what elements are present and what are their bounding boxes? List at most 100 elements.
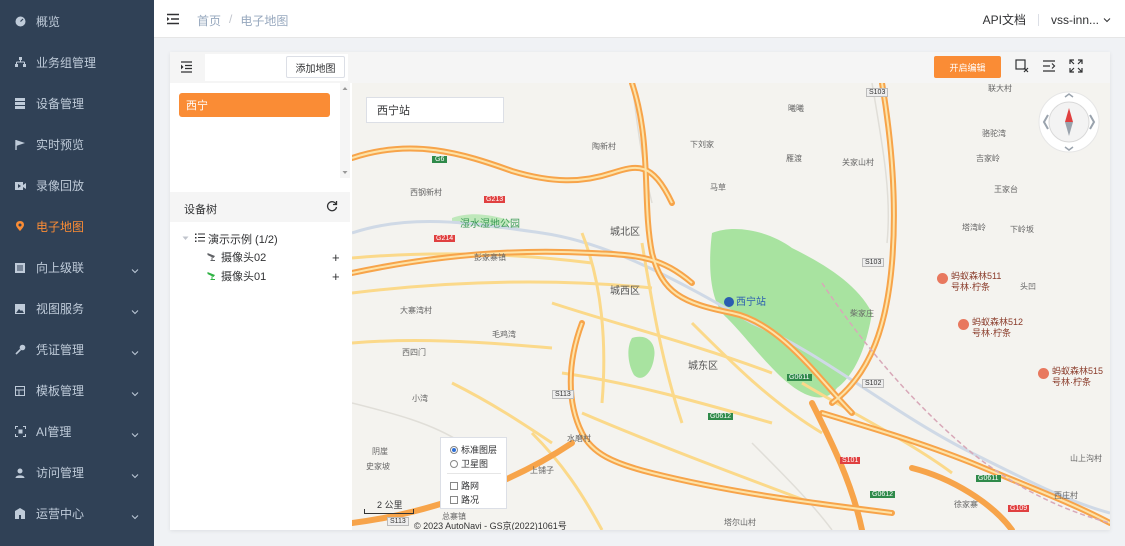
sidebar-item-credentials[interactable]: 凭证管理 [0,329,154,370]
sidebar-item-label: 实时预览 [36,138,85,152]
map-label: 城东区 [688,361,718,372]
radio-button[interactable] [450,459,458,468]
map-label: 西四门 [402,348,426,357]
map-label: 阴崖 [372,447,388,456]
checkbox[interactable] [450,481,458,490]
map-label: 下岭坂 [1010,225,1034,234]
device-tree: 演示示例 (1/2) 摄像头02 + 摄像头01 + [170,222,350,530]
tree-node-camera[interactable]: 摄像头01 + [170,267,350,285]
road-shield: G0611 [976,475,1001,482]
poi-marker-icon[interactable] [937,273,948,284]
cascade-icon [14,262,26,274]
sidebar-item-access[interactable]: 访问管理 [0,452,154,493]
ai-icon [14,426,26,438]
map-view[interactable]: G6 G213 G214 G0611 G0612 G0612 G0611 S10… [352,83,1110,530]
device-tree-title: 设备树 [184,204,217,216]
map-copyright: © 2023 AutoNavi - GS京(2022)1061号 [414,521,567,530]
map-label: 王家台 [994,185,1018,194]
chevron-down-icon [1103,13,1111,27]
compass-control[interactable] [1038,91,1100,153]
road-shield: S101 [840,457,861,464]
camera-icon [207,251,218,264]
top-bar: 首页 / 电子地图 API文档 vss-inn... [154,0,1125,38]
road-shield: S103 [866,88,889,97]
divider [447,473,501,474]
indent-icon[interactable] [180,61,193,73]
device-tree-header: 设备树 [170,192,350,222]
map-label: 吉家岭 [976,154,1000,163]
add-to-map-icon[interactable]: + [332,269,340,284]
layer-option-standard[interactable]: 标准图层 [450,443,497,456]
sidebar-item-live-preview[interactable]: 实时预览 [0,124,154,165]
sidebar-item-label: AI管理 [36,425,72,439]
layer-label: 标准图层 [461,445,498,455]
map-toolbar: 添加地图 开启编辑 [170,52,1110,83]
station-marker[interactable]: 西宁站 [724,293,766,308]
sidebar-item-label: 电子地图 [36,220,85,234]
sidebar-item-playback[interactable]: 录像回放 [0,165,154,206]
start-edit-button[interactable]: 开启编辑 [934,56,1001,78]
checkbox[interactable] [450,495,458,504]
map-label: 大寨湾村 [400,306,432,315]
sidebar-item-label: 模板管理 [36,384,85,398]
fullscreen-icon[interactable] [1069,59,1083,73]
flag-icon [14,139,26,151]
camera-online-icon [207,270,218,283]
road-shield: G0612 [870,491,896,498]
layer-option-traffic[interactable]: 路况 [450,493,479,506]
map-label: 关家山村 [842,158,874,167]
map-label: 马草 [710,183,726,192]
vertical-scrollbar[interactable] [340,83,350,178]
map-list-item[interactable]: 西宁 [179,93,330,117]
list-icon [195,233,205,245]
collapse-sidebar-icon[interactable] [166,12,180,26]
radio-button[interactable] [450,445,458,454]
station-icon [724,297,734,308]
refresh-icon[interactable] [326,200,338,212]
map-label: 水磨村 [567,434,591,443]
road-shield: G214 [434,235,456,242]
add-to-map-icon[interactable]: + [332,250,340,265]
clear-selection-icon[interactable] [1015,59,1029,73]
api-docs-link[interactable]: API文档 [983,11,1026,28]
sidebar-item-emap[interactable]: 电子地图 [0,206,154,247]
user-menu[interactable]: vss-inn... [1051,13,1111,27]
chevron-down-icon [131,387,139,396]
tree-node-camera[interactable]: 摄像头02 + [170,248,350,266]
building-icon [14,508,26,520]
road-shield: G213 [484,196,506,203]
map-list: 西宁 [170,83,350,221]
map-label: 陶新村 [592,142,616,151]
map-label: 塔湾岭 [962,223,986,232]
map-search-input[interactable]: 西宁站 [366,97,504,123]
sidebar-item-cascade[interactable]: 向上级联 [0,247,154,288]
sidebar-item-overview[interactable]: 概览 [0,1,154,42]
key-icon [14,344,26,356]
sidebar-item-label: 概览 [36,15,61,29]
breadcrumb-home[interactable]: 首页 [197,12,221,29]
sidebar-item-label: 访问管理 [36,466,85,480]
add-map-button[interactable]: 添加地图 [286,56,345,78]
sidebar-item-view-service[interactable]: 视图服务 [0,288,154,329]
divider [1037,13,1039,26]
sidebar-item-label: 凭证管理 [36,343,85,357]
road-shield: S103 [862,258,885,267]
layer-label: 路网 [461,481,480,491]
road-shield: G0611 [787,374,812,381]
caret-down-icon[interactable] [182,233,189,245]
poi-marker-icon[interactable] [1038,368,1049,379]
sidebar-item-devices[interactable]: 设备管理 [0,83,154,124]
sidebar-item-groups[interactable]: 业务组管理 [0,42,154,83]
layer-option-satellite[interactable]: 卫星图 [450,457,488,470]
sidebar-item-ai[interactable]: AI管理 [0,411,154,452]
sidebar-item-label: 业务组管理 [36,56,97,70]
sidebar-item-operations[interactable]: 运营中心 [0,493,154,534]
expand-panel-icon[interactable] [1042,59,1056,73]
tree-node-label: 摄像头01 [221,271,267,283]
poi-label: 蚂蚁森林511 号林·柠条 [951,271,1002,292]
poi-marker-icon[interactable] [958,319,969,330]
tree-node-root[interactable]: 演示示例 (1/2) [170,230,350,248]
user-name: vss-inn... [1050,12,1099,27]
sidebar-item-templates[interactable]: 模板管理 [0,370,154,411]
layer-option-roadnet[interactable]: 路网 [450,479,479,492]
